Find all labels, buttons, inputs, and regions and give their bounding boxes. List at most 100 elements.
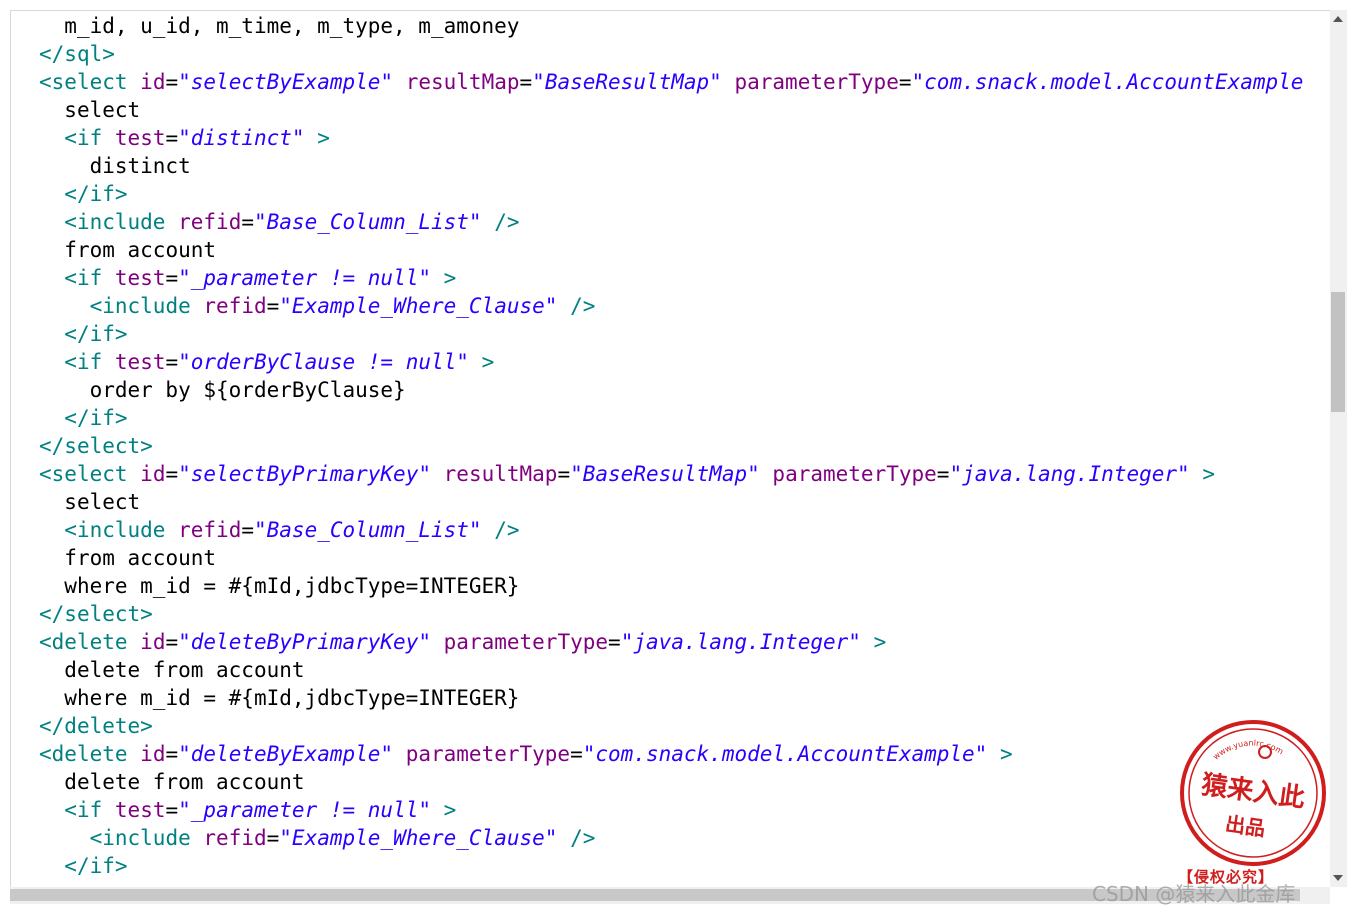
code-line: <select id="selectByExample" resultMap="… [39, 68, 1303, 96]
equals-sign: = [570, 742, 583, 766]
tag-bracket: < [64, 126, 77, 150]
code-line: <include refid="Example_Where_Clause" /> [39, 292, 1303, 320]
stamp-url-text: www.yuanlrc.com [1211, 739, 1285, 762]
code-line: <if test="distinct" > [39, 124, 1303, 152]
equals-sign: = [898, 70, 912, 94]
equals-sign: = [165, 742, 179, 766]
attribute-value: "java.lang.Integer" [949, 462, 1190, 486]
scroll-up-arrow-icon[interactable] [1333, 16, 1343, 22]
tag-bracket: > [140, 434, 153, 458]
code-line: distinct [39, 152, 1303, 180]
attribute-name: parameterType [772, 462, 937, 486]
attribute-name: refid [203, 294, 267, 318]
tag-bracket: > [114, 182, 128, 206]
tag-bracket: </ [64, 854, 90, 878]
tag-bracket: < [39, 630, 52, 654]
code-text: m_id, u_id, m_time, m_type, m_amoney [64, 14, 520, 38]
vertical-scrollbar[interactable] [1330, 10, 1347, 887]
tag-bracket: < [64, 798, 77, 822]
code-line: </if> [39, 404, 1303, 432]
code-line: </delete> [39, 712, 1303, 740]
code-line: <include refid="Example_Where_Clause" /> [39, 824, 1303, 852]
attribute-value: "Example_Where_Clause" [279, 294, 558, 318]
code-line: delete from account [39, 768, 1303, 796]
code-editor[interactable]: m_id, u_id, m_time, m_type, m_amoney </ sq… [10, 10, 1331, 888]
code-line: where m_id = #{mId,jdbcType=INTEGER} [39, 572, 1303, 600]
code-text: distinct [89, 154, 191, 178]
code-text: delete from account [64, 770, 305, 794]
code-text: order by ${orderByClause} [89, 378, 406, 402]
tag-bracket: < [64, 266, 77, 290]
tag-bracket: > [317, 126, 330, 150]
attribute-value: "com.snack.model.AccountExample [911, 70, 1304, 94]
tag-bracket: </ [64, 182, 90, 206]
tag-name: if [76, 798, 103, 822]
equals-sign: = [165, 798, 179, 822]
code-line: <if test="_parameter != null" > [39, 264, 1303, 292]
tag-name: if [76, 266, 103, 290]
tag-name: delete [64, 714, 141, 738]
tag-name: include [102, 826, 191, 850]
equals-sign: = [241, 210, 254, 234]
tag-bracket: </ [39, 434, 65, 458]
attribute-value: "BaseResultMap" [570, 462, 760, 486]
attribute-value: "Base_Column_List" [254, 518, 482, 542]
tag-bracket: > [873, 630, 887, 654]
attribute-name: id [140, 70, 166, 94]
code-line: <include refid="Base_Column_List" /> [39, 208, 1303, 236]
tag-name: if [89, 182, 115, 206]
attribute-name: resultMap [405, 70, 520, 94]
code-text: from account [64, 546, 217, 570]
attribute-name: test [114, 266, 166, 290]
code-text: select [64, 98, 141, 122]
attribute-name: parameterType [443, 630, 609, 654]
equals-sign: = [165, 350, 179, 374]
equals-sign: = [165, 266, 179, 290]
tag-bracket: < [64, 210, 77, 234]
tag-name: if [89, 854, 115, 878]
tag-bracket: < [64, 518, 77, 542]
tag-name: sql [64, 42, 103, 66]
tag-bracket: > [1202, 462, 1215, 486]
code-line: <delete id="deleteByPrimaryKey" paramete… [39, 628, 1303, 656]
tag-name: if [89, 406, 115, 430]
tag-bracket: > [114, 406, 128, 430]
code-text: from account [64, 238, 217, 262]
vertical-scroll-thumb[interactable] [1331, 292, 1345, 412]
code-line: <if test="_parameter != null" > [39, 796, 1303, 824]
code-line: <include refid="Base_Column_List" /> [39, 516, 1303, 544]
tag-bracket: </ [64, 322, 90, 346]
attribute-value: "_parameter != null" [178, 266, 432, 290]
attribute-value: "BaseResultMap" [532, 70, 722, 94]
equals-sign: = [165, 630, 179, 654]
tag-name: select [64, 434, 141, 458]
code-line: select [39, 96, 1303, 124]
tag-name: delete [51, 630, 128, 654]
equals-sign: = [936, 462, 950, 486]
code-text: where m_id = #{mId,jdbcType=INTEGER} [64, 686, 520, 710]
seal-stamp-icon: www.yuanlrc.com 猿来入此 出品 [1180, 720, 1326, 866]
